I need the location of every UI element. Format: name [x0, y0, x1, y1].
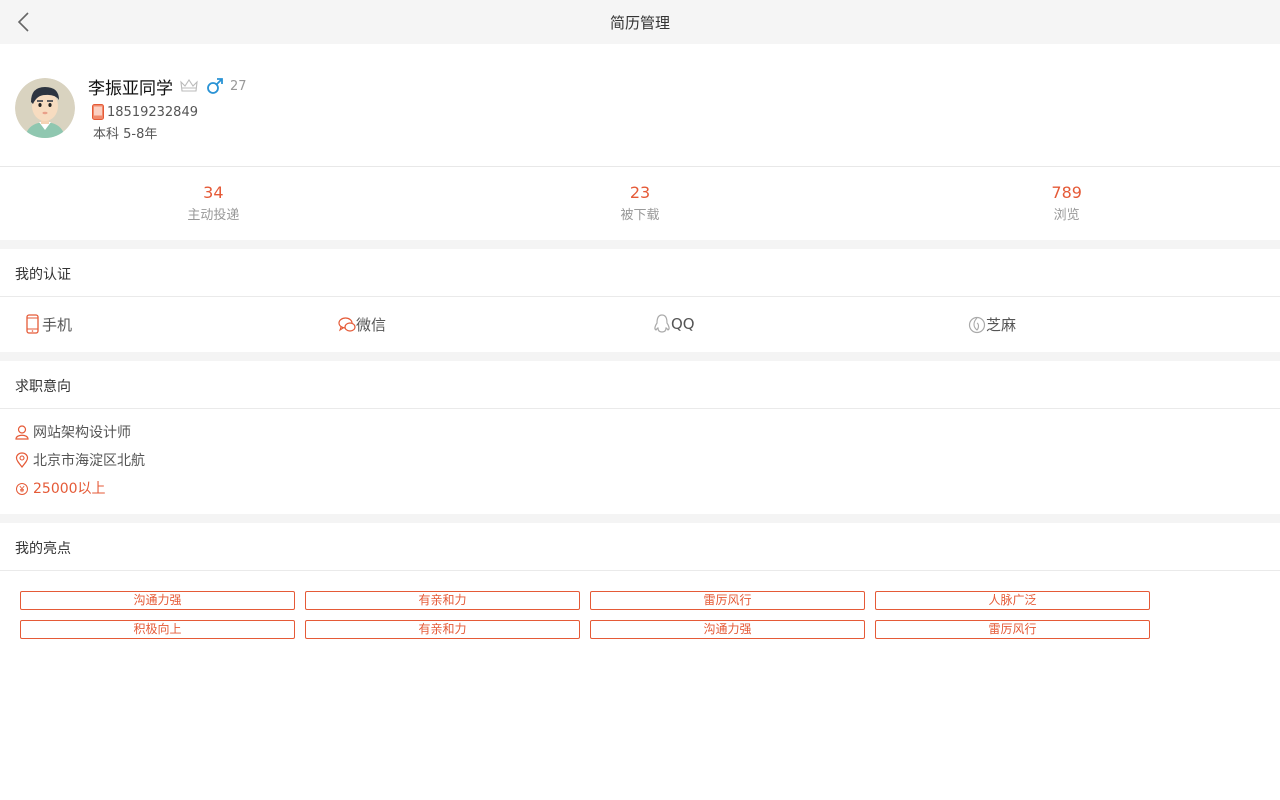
user-education: 本科 5-8年 [93, 127, 158, 142]
highlights-header: 我的亮点 [0, 523, 1280, 571]
cert-label: 芝麻 [986, 315, 1017, 334]
crown-icon [180, 78, 198, 94]
stat-value: 34 [203, 183, 224, 202]
yuan-icon [15, 480, 29, 496]
highlight-tag[interactable]: 积极向上 [20, 620, 295, 639]
cert-label: 手机 [42, 315, 73, 334]
highlight-tag[interactable]: 有亲和力 [305, 591, 580, 610]
location-pin-icon [15, 452, 29, 468]
intent-location: 北京市海淀区北航 [15, 450, 145, 470]
stat-downloaded[interactable]: 23 被下载 [427, 167, 854, 240]
highlight-tag[interactable]: 沟通力强 [20, 591, 295, 610]
page-title: 简历管理 [609, 14, 670, 32]
person-icon [15, 424, 29, 440]
certification-list: 手机 微信 QQ 芝麻 [0, 297, 1280, 352]
top-bar: 简历管理 [0, 0, 1280, 44]
section-divider [0, 352, 1280, 361]
highlight-tag[interactable]: 雷厉风行 [590, 591, 865, 610]
cert-label: QQ [671, 315, 695, 333]
cert-sesame[interactable]: 芝麻 [968, 313, 1016, 335]
intention-header: 求职意向 [0, 361, 1280, 409]
user-age: 27 [230, 78, 247, 94]
highlight-tag[interactable]: 雷厉风行 [875, 620, 1150, 639]
male-icon [206, 77, 224, 95]
stat-applied[interactable]: 34 主动投递 [0, 167, 427, 240]
section-title: 我的认证 [15, 267, 71, 283]
intent-position: 网站架构设计师 [15, 422, 131, 442]
intent-position-text: 网站架构设计师 [33, 425, 131, 441]
intent-location-text: 北京市海淀区北航 [33, 453, 145, 469]
stat-views[interactable]: 789 浏览 [853, 167, 1280, 240]
highlight-tag[interactable]: 人脉广泛 [875, 591, 1150, 610]
stat-label: 主动投递 [187, 208, 240, 223]
highlight-tag[interactable]: 有亲和力 [305, 620, 580, 639]
intent-salary: 25000以上 [15, 478, 106, 498]
cert-label: 微信 [356, 315, 387, 334]
stat-value: 23 [629, 183, 651, 202]
stat-value: 789 [1051, 183, 1082, 202]
section-title: 求职意向 [15, 379, 71, 395]
certification-header: 我的认证 [0, 249, 1280, 297]
stat-label: 浏览 [1053, 208, 1080, 223]
phone-icon [24, 314, 42, 334]
cert-wechat[interactable]: 微信 [338, 313, 386, 335]
cert-phone[interactable]: 手机 [24, 313, 72, 335]
phone-icon [92, 104, 104, 120]
sesame-icon [968, 314, 986, 334]
section-divider [0, 240, 1280, 249]
profile-card: 李振亚同学 27 18519232849 本科 5-8年 [0, 44, 1280, 167]
qq-icon [653, 314, 671, 334]
stats-bar: 34 主动投递 23 被下载 789 浏览 [0, 167, 1280, 240]
wechat-icon [338, 314, 356, 334]
avatar[interactable] [15, 78, 75, 138]
intent-salary-text: 25000以上 [33, 481, 106, 497]
user-phone: 18519232849 [107, 104, 198, 120]
stat-label: 被下载 [620, 208, 660, 223]
cert-qq[interactable]: QQ [653, 313, 695, 335]
user-name: 李振亚同学 [88, 78, 173, 99]
section-title: 我的亮点 [15, 541, 71, 557]
highlight-tag[interactable]: 沟通力强 [590, 620, 865, 639]
section-divider [0, 514, 1280, 523]
